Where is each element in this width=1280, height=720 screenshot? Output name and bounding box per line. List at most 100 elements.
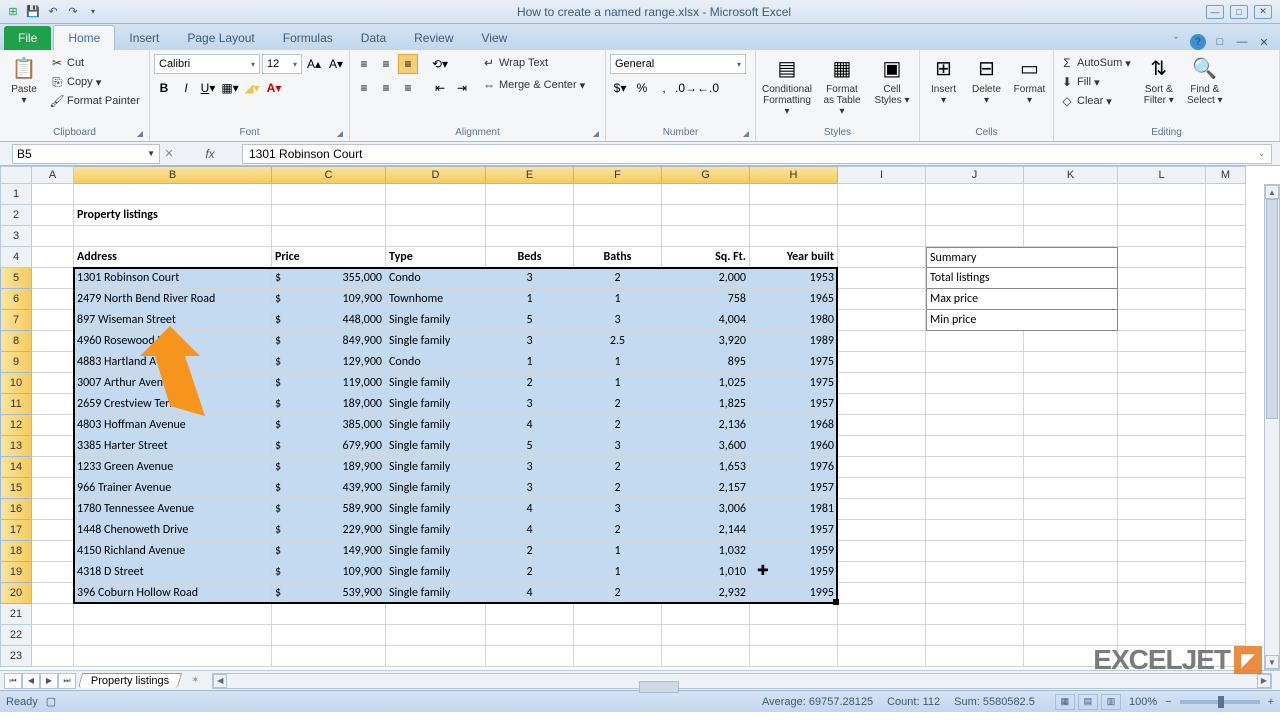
cell[interactable]: 3	[574, 436, 662, 457]
cell[interactable]: 2.5	[574, 331, 662, 352]
cell[interactable]: 1	[574, 373, 662, 394]
cell[interactable]	[838, 247, 926, 268]
cell[interactable]	[838, 520, 926, 541]
cell[interactable]: 1975	[750, 373, 838, 394]
cell[interactable]	[272, 226, 386, 247]
chevron-down-icon[interactable]: ▼	[147, 149, 155, 158]
cell[interactable]: 1448 Chenoweth Drive	[74, 520, 272, 541]
cell[interactable]: Min price	[926, 310, 1024, 331]
cell[interactable]: 2,000	[662, 268, 750, 289]
normal-view-icon[interactable]: ▦	[1055, 694, 1075, 710]
cell[interactable]: Single family	[386, 394, 486, 415]
cell[interactable]: 895	[662, 352, 750, 373]
cell[interactable]	[838, 205, 926, 226]
cell[interactable]	[838, 457, 926, 478]
cell[interactable]	[32, 394, 74, 415]
cell[interactable]: 1957	[750, 394, 838, 415]
cell[interactable]: 1	[574, 289, 662, 310]
cell[interactable]	[1118, 562, 1206, 583]
cell[interactable]	[1206, 205, 1246, 226]
align-bottom-icon[interactable]: ≡	[398, 54, 418, 74]
cell[interactable]	[272, 646, 386, 667]
cell[interactable]	[1206, 394, 1246, 415]
decrease-indent-icon[interactable]: ⇤	[430, 78, 450, 98]
tab-review[interactable]: Review	[400, 26, 467, 50]
cell[interactable]	[926, 373, 1024, 394]
cell[interactable]: 1989	[750, 331, 838, 352]
row-header[interactable]: 13	[0, 436, 32, 457]
cell[interactable]	[1024, 226, 1118, 247]
conditional-formatting-button[interactable]: ▤Conditional Formatting ▾	[760, 52, 814, 119]
row-header[interactable]: 1	[0, 184, 32, 205]
fx-icon[interactable]: fx	[178, 147, 242, 161]
cell[interactable]	[662, 226, 750, 247]
tab-data[interactable]: Data	[347, 26, 400, 50]
cell[interactable]: 2	[574, 268, 662, 289]
cell[interactable]	[1118, 373, 1206, 394]
cell[interactable]	[1206, 289, 1246, 310]
cell[interactable]: Single family	[386, 373, 486, 394]
cell[interactable]	[750, 184, 838, 205]
cell[interactable]: Price	[272, 247, 386, 268]
cell[interactable]	[386, 205, 486, 226]
column-header[interactable]: A	[32, 166, 74, 184]
cell[interactable]: $448,000	[272, 310, 386, 331]
cell[interactable]	[272, 184, 386, 205]
cell[interactable]	[486, 604, 574, 625]
cell[interactable]: 1959	[750, 562, 838, 583]
cell[interactable]: Single family	[386, 499, 486, 520]
cell[interactable]	[1024, 415, 1118, 436]
cell[interactable]	[1206, 562, 1246, 583]
cell[interactable]	[486, 226, 574, 247]
cell[interactable]: 1,032	[662, 541, 750, 562]
cell[interactable]	[1118, 415, 1206, 436]
minimize-ribbon-icon[interactable]: ˇ	[1168, 34, 1184, 50]
row-header[interactable]: 12	[0, 415, 32, 436]
cell[interactable]	[486, 625, 574, 646]
cell[interactable]	[1024, 436, 1118, 457]
wrap-text-button[interactable]: ↵Wrap Text	[480, 54, 587, 72]
cell[interactable]	[926, 562, 1024, 583]
row-header[interactable]: 3	[0, 226, 32, 247]
cell[interactable]	[32, 499, 74, 520]
cell[interactable]: 5	[486, 436, 574, 457]
expand-formula-icon[interactable]: ⌄	[1258, 149, 1265, 158]
cell[interactable]	[1206, 457, 1246, 478]
insert-cells-button[interactable]: ⊞Insert▾	[924, 52, 963, 108]
cell[interactable]	[1118, 457, 1206, 478]
cell[interactable]: Single family	[386, 478, 486, 499]
cell[interactable]	[32, 520, 74, 541]
cell[interactable]: Single family	[386, 415, 486, 436]
row-header[interactable]: 4	[0, 247, 32, 268]
undo-icon[interactable]: ↶	[44, 3, 62, 21]
cell[interactable]	[838, 310, 926, 331]
row-header[interactable]: 14	[0, 457, 32, 478]
cell[interactable]: 1957	[750, 520, 838, 541]
border-button[interactable]: ▦▾	[220, 78, 240, 98]
cell[interactable]	[1024, 541, 1118, 562]
cell[interactable]: 3	[486, 268, 574, 289]
zoom-in-icon[interactable]: +	[1268, 696, 1274, 708]
column-header[interactable]: M	[1206, 166, 1246, 184]
scroll-thumb[interactable]	[1266, 199, 1278, 419]
cell[interactable]: 1957	[750, 478, 838, 499]
cell[interactable]	[1118, 205, 1206, 226]
cell[interactable]	[838, 373, 926, 394]
cell[interactable]	[74, 184, 272, 205]
cell[interactable]: Single family	[386, 436, 486, 457]
cell[interactable]: 2659 Crestview Terrace	[74, 394, 272, 415]
cell[interactable]	[32, 457, 74, 478]
sort-filter-button[interactable]: ⇅Sort & Filter ▾	[1139, 52, 1179, 108]
row-header[interactable]: 2	[0, 205, 32, 226]
cell[interactable]	[74, 646, 272, 667]
column-header[interactable]: K	[1024, 166, 1118, 184]
cell[interactable]: $355,000	[272, 268, 386, 289]
cell[interactable]	[750, 604, 838, 625]
zoom-out-icon[interactable]: −	[1165, 696, 1171, 708]
cell[interactable]: 1953	[750, 268, 838, 289]
cell[interactable]	[32, 289, 74, 310]
column-header[interactable]: B	[74, 166, 272, 184]
cell[interactable]	[74, 604, 272, 625]
scroll-thumb[interactable]	[639, 681, 679, 693]
cell[interactable]: 1975	[750, 352, 838, 373]
